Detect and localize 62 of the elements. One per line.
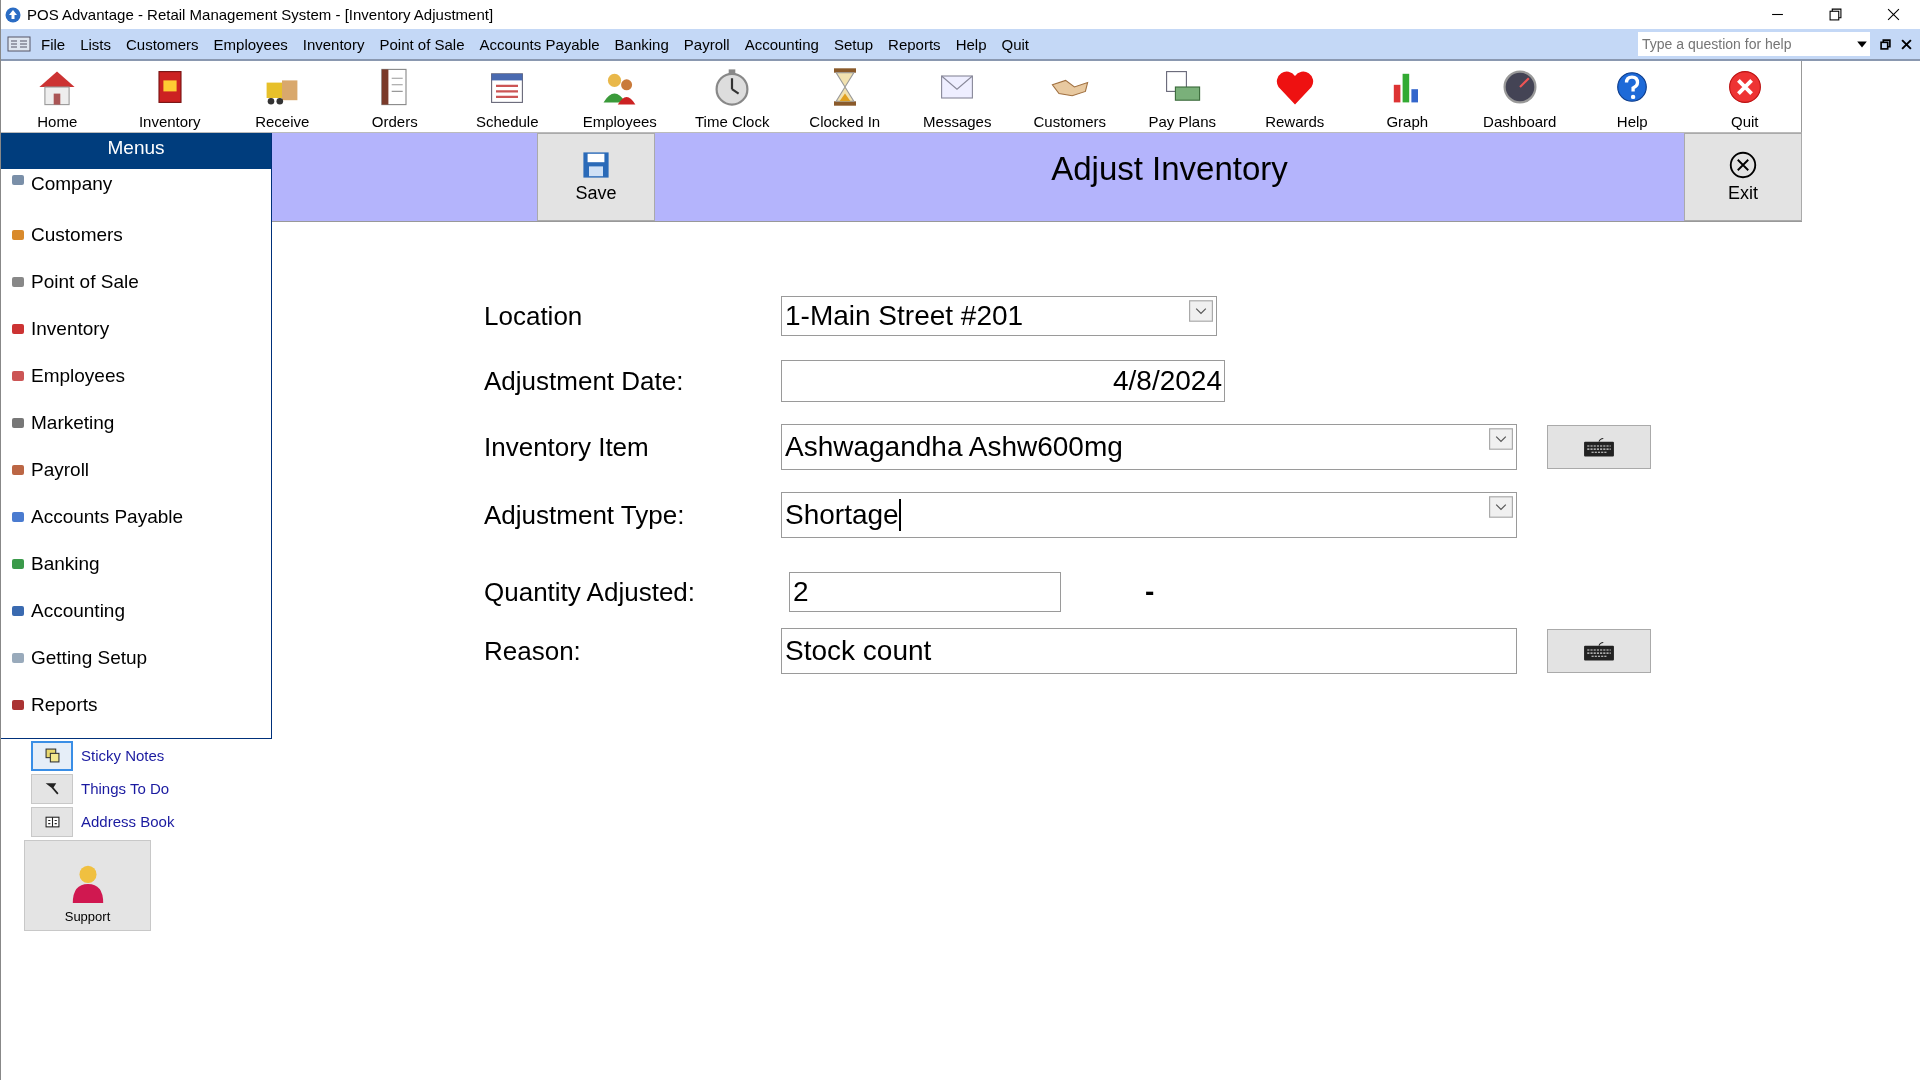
field-label: Reason: bbox=[484, 635, 582, 667]
close-icon[interactable] bbox=[1901, 38, 1912, 50]
menu-item[interactable]: Point of Sale bbox=[379, 35, 465, 53]
menu-item[interactable]: Employees bbox=[213, 35, 288, 53]
inventory-item-dropdown[interactable]: Ashwagandha Ashw600mg bbox=[781, 424, 1517, 470]
sidebar-item[interactable]: Company bbox=[1, 169, 271, 211]
shortcut-link[interactable]: Things To Do bbox=[81, 780, 170, 797]
sidebar-item[interactable]: Employees bbox=[1, 352, 271, 399]
restore-icon[interactable] bbox=[1829, 8, 1842, 21]
sidebar-item[interactable]: Reports bbox=[1, 681, 271, 728]
shortcut-link[interactable]: Sticky Notes bbox=[81, 747, 165, 764]
field-label: Adjustment Type: bbox=[484, 499, 686, 531]
sidebar-item[interactable]: Marketing bbox=[1, 399, 271, 446]
menu-item[interactable]: Accounting bbox=[744, 35, 819, 53]
field-label: Quantity Adjusted: bbox=[484, 576, 697, 608]
field-label: Adjustment Date: bbox=[484, 365, 685, 397]
menu-item[interactable]: Lists bbox=[80, 35, 111, 53]
page-title: Adjust Inventory bbox=[1050, 149, 1289, 189]
date-field[interactable]: 4/8/2024 bbox=[781, 360, 1225, 402]
note-icon bbox=[44, 748, 60, 763]
menu-item[interactable]: Reports bbox=[888, 35, 941, 53]
menu-item[interactable]: File bbox=[41, 35, 66, 53]
save-button[interactable]: Save bbox=[537, 133, 655, 221]
sidebar-item[interactable]: Payroll bbox=[1, 446, 271, 493]
sidebar-item[interactable]: Accounting bbox=[1, 587, 271, 634]
help-search-field[interactable]: Type a question for help bbox=[1638, 32, 1870, 56]
close-icon bbox=[1729, 150, 1757, 179]
window-title: POS Advantage - Retail Management System - [Inventory Adjustment] bbox=[27, 6, 494, 23]
menu-item[interactable]: Help bbox=[955, 35, 987, 53]
quantity-field[interactable]: 2 bbox=[789, 572, 1061, 612]
shortcut-button[interactable] bbox=[31, 773, 73, 804]
app-icon bbox=[5, 6, 21, 23]
shortcut-link[interactable]: Address Book bbox=[81, 813, 175, 830]
shortcut-button[interactable] bbox=[31, 806, 73, 837]
menu-item[interactable]: Customers bbox=[126, 35, 199, 53]
field-label: Location bbox=[484, 300, 584, 332]
sidebar-item[interactable]: Banking bbox=[1, 540, 271, 587]
sidebar-item[interactable]: Point of Sale bbox=[1, 258, 271, 305]
close-icon[interactable] bbox=[1887, 8, 1900, 21]
adjustment-type-dropdown[interactable]: Shortage bbox=[781, 492, 1517, 538]
menu-item[interactable]: Quit bbox=[1001, 35, 1029, 53]
keyboard-button[interactable] bbox=[1547, 425, 1651, 469]
sidebar-title: Menus bbox=[1, 133, 271, 169]
menu-item[interactable]: Accounts Payable bbox=[479, 35, 600, 53]
sign-label: - bbox=[1145, 576, 1155, 608]
shortcut-button[interactable] bbox=[31, 740, 73, 771]
field-label: Inventory Item bbox=[484, 431, 650, 463]
support-button[interactable]: Support bbox=[24, 840, 151, 931]
menu-item[interactable]: Setup bbox=[833, 35, 874, 53]
exit-button[interactable]: Exit bbox=[1684, 133, 1802, 221]
keyboard-button[interactable] bbox=[1547, 629, 1651, 673]
location-dropdown[interactable]: 1-Main Street #201 bbox=[781, 296, 1217, 336]
restore-icon[interactable] bbox=[1880, 38, 1891, 50]
sidebar-item[interactable]: Getting Setup bbox=[1, 634, 271, 681]
menu-item[interactable]: Inventory bbox=[302, 35, 365, 53]
reason-field[interactable]: Stock count bbox=[781, 628, 1517, 674]
sidebar-item[interactable]: Accounts Payable bbox=[1, 493, 271, 540]
menu-item[interactable]: Payroll bbox=[683, 35, 730, 53]
menu-item[interactable]: Banking bbox=[614, 35, 669, 53]
sidebar-item[interactable]: Inventory bbox=[1, 305, 271, 352]
sidebar-item[interactable]: Customers bbox=[1, 211, 271, 258]
form-icon bbox=[7, 36, 31, 52]
